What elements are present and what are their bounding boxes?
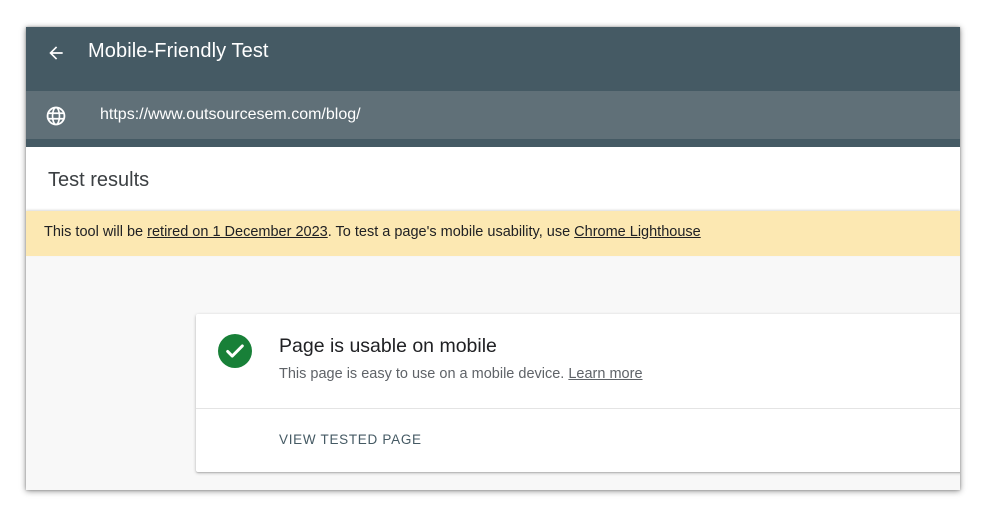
notice-text-middle: . To test a page's mobile usability, use [327, 224, 575, 240]
app-bar: Mobile-Friendly Test [26, 27, 960, 91]
check-circle-icon [218, 334, 252, 368]
app-title: Mobile-Friendly Test [88, 40, 269, 62]
card-divider [196, 408, 960, 409]
results-header: Test results [26, 147, 960, 211]
app-window: Mobile-Friendly Test https://www.outsour… [26, 27, 960, 490]
arrow-back-icon [49, 46, 63, 60]
result-title: Page is usable on mobile [279, 335, 497, 357]
checkmark-icon [226, 344, 244, 358]
view-tested-page-button[interactable]: VIEW TESTED PAGE [279, 432, 422, 447]
result-subtitle: This page is easy to use on a mobile dev… [279, 366, 643, 382]
learn-more-link[interactable]: Learn more [568, 366, 642, 382]
results-title: Test results [48, 169, 150, 191]
retirement-date-link[interactable]: retired on 1 December 2023 [147, 224, 328, 240]
notice-text-start: This tool will be [44, 224, 148, 240]
retirement-notice: This tool will be retired on 1 December … [26, 211, 960, 256]
back-button[interactable] [42, 39, 70, 67]
chrome-lighthouse-link[interactable]: Chrome Lighthouse [574, 224, 701, 240]
tested-url[interactable]: https://www.outsourcesem.com/blog/ [100, 106, 361, 124]
globe-icon [46, 106, 66, 126]
url-bar: https://www.outsourcesem.com/blog/ [26, 91, 960, 139]
result-description: This page is easy to use on a mobile dev… [279, 366, 569, 382]
result-card: Page is usable on mobile This page is ea… [196, 314, 960, 472]
url-bar-underline [26, 139, 960, 147]
